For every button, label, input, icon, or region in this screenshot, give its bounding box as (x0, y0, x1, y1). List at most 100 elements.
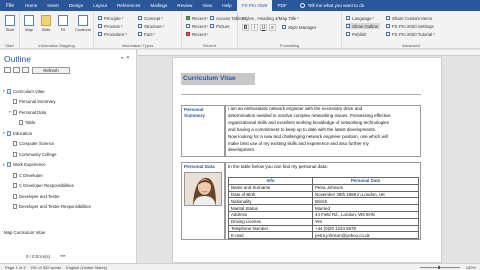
outline-item[interactable]: Computer Science (3, 139, 133, 150)
bullets-button[interactable]: ≡ (269, 24, 276, 31)
table-cell-info[interactable]: Telephone Number (228, 224, 313, 233)
zoom-slider-thumb[interactable] (438, 265, 440, 270)
tab-insert[interactable]: Insert (42, 0, 64, 11)
chevron-down-icon: ▾ (153, 32, 156, 36)
outline-item[interactable]: Developer and Tester Responsibilities (3, 202, 133, 213)
outline-item[interactable]: ▾ Education (3, 128, 133, 139)
language-button[interactable]: Language ▾ (346, 15, 374, 21)
document-title[interactable]: Curriculum Vitae (181, 73, 255, 85)
outline-item-label: Table (25, 120, 36, 126)
tab-home[interactable]: Home (20, 0, 42, 11)
tab-layout[interactable]: Layout (88, 0, 112, 11)
bold-button[interactable]: B (242, 24, 249, 31)
outline-item[interactable]: C Developer Responsibilities (3, 181, 133, 192)
italic-button[interactable]: I (251, 24, 258, 31)
group-label-start: Start (5, 43, 14, 48)
tab-view[interactable]: View (197, 0, 217, 11)
publish-button[interactable]: Publish (346, 31, 366, 37)
summary-line: determination needed to resolve complex … (228, 112, 391, 118)
slide-button[interactable]: Slide (39, 15, 53, 32)
document-area: Curriculum Vitae Personal Summary I am a… (138, 50, 480, 263)
share-custom-items-button[interactable]: Share Custom Items (386, 15, 432, 21)
fs-pro-settings-button[interactable]: FS Pro 2020 Settings (386, 23, 434, 29)
table-cell-value[interactable]: 44 Field Rd., London, W6 8HN (312, 210, 419, 219)
outline-item-label: C Developer (19, 172, 43, 178)
map-button[interactable]: Map (22, 15, 36, 32)
zoom-level[interactable]: 100% (466, 265, 476, 270)
outline-item[interactable]: Personal Summary (3, 97, 133, 108)
tab-design[interactable]: Design (64, 0, 88, 11)
summary-text[interactable]: I am an enthusiastic network engineer wi… (228, 106, 421, 154)
continue-button[interactable]: Continue (74, 15, 92, 32)
tab-review[interactable]: Review (172, 0, 197, 11)
table-cell-info[interactable]: Date of Birth (228, 190, 313, 199)
table-cell-value[interactable]: Married (312, 204, 419, 212)
table-cell-value[interactable]: November 28th 1988 in London, UK (312, 190, 419, 199)
picture-button[interactable]: Picture (210, 23, 230, 29)
document-page[interactable]: Curriculum Vitae Personal Summary I am a… (172, 57, 442, 263)
concept-button[interactable]: Concept ▾ (138, 15, 163, 21)
zoom-slider[interactable] (420, 267, 460, 268)
styles-dropdown[interactable]: Styles, Heading 4/Map Title ▾ (242, 15, 299, 21)
process-button[interactable]: Process ▾ (98, 23, 122, 29)
table-cell-info[interactable]: Driving License (228, 217, 313, 226)
outline-item[interactable]: ▾ Personal Data (3, 107, 133, 118)
summary-line: and having a commitment to keep up to da… (228, 126, 377, 132)
profile-photo[interactable] (184, 172, 222, 206)
style-manager-button[interactable]: Style Manager (282, 24, 316, 30)
tab-fs-pro-2020[interactable]: FS Pro 2020 (236, 0, 273, 11)
tab-mailings[interactable]: Mailings (145, 0, 172, 11)
collapse-icon[interactable] (13, 67, 20, 73)
tab-references[interactable]: References (112, 0, 146, 11)
table-cell-info[interactable]: E-mail (228, 231, 313, 240)
tell-me-search[interactable]: Tell me what you want to do (299, 3, 364, 8)
structure-button[interactable]: Structure ▾ (138, 23, 164, 29)
table-cell-value[interactable]: Petra Johnson (312, 183, 419, 192)
table-cell-value[interactable]: British (312, 197, 419, 206)
refresh-button[interactable]: Refresh (32, 67, 70, 74)
principle-button[interactable]: Principle ▾ (98, 15, 123, 21)
data-intro[interactable]: In the table below you can find my perso… (228, 164, 328, 169)
recent-item-2[interactable]: Recent ▾ (186, 23, 208, 29)
page-count[interactable]: Page 1 of 3 (5, 265, 25, 270)
table-row: Name and Surname Petra Johnson (228, 183, 419, 192)
table-cell-value[interactable]: Yes (312, 217, 419, 226)
underline-button[interactable]: U (260, 24, 267, 31)
outline-item[interactable]: Community College (3, 149, 133, 160)
outline-item[interactable]: Table (3, 118, 133, 129)
fs-pro-tutorial-button[interactable]: FS Pro 2020 Tutorial ▾ (386, 31, 435, 37)
outline-item[interactable]: C Developer (3, 170, 133, 181)
outline-item[interactable]: Developer and Tester (3, 191, 133, 202)
tab-help[interactable]: Help (217, 0, 236, 11)
table-cell-info[interactable]: Marital Status (228, 204, 313, 212)
table-cell-value[interactable]: petra.johnson@yahoo.co.uk (312, 231, 419, 240)
outline-item[interactable]: ▾ Work Experience (3, 160, 133, 171)
style-manager-icon (282, 25, 286, 29)
procedure-button[interactable]: Procedure ▾ (98, 31, 127, 37)
show-outline-button[interactable]: Show Outline (346, 23, 381, 29)
expand-icon[interactable] (4, 67, 11, 73)
table-cell-info[interactable]: Name and Surname (228, 183, 313, 192)
fit-button[interactable]: Fit (56, 15, 70, 32)
table-row: Telephone Number +44 (0)20 1234 5678 (228, 224, 419, 233)
pane-options-icon[interactable]: ▾ (121, 55, 123, 60)
lightbulb-icon (299, 3, 305, 8)
language-status[interactable]: English (United States) (66, 265, 107, 270)
fact-button[interactable]: Fact ▾ (138, 31, 155, 37)
recent-item-1[interactable]: Recent ▾ (186, 15, 208, 21)
close-icon[interactable]: ✕ (126, 55, 130, 61)
recent-item-3[interactable]: Recent ▾ (186, 31, 208, 37)
word-count[interactable]: 251 of 332 words (30, 265, 61, 270)
tab-pdf[interactable]: PDF (272, 0, 291, 11)
group-start: Start Start (0, 12, 20, 48)
table-cell-value[interactable]: +44 (0)20 1234 5678 (312, 224, 419, 233)
outline-item[interactable]: ▾ Curriculum Vitae (3, 86, 133, 97)
start-button[interactable]: Start (3, 15, 17, 32)
filter-icon[interactable] (22, 67, 29, 73)
table-cell-info[interactable]: Address (228, 210, 313, 219)
tab-file[interactable]: File (0, 0, 20, 11)
table-row: Driving License Yes (228, 217, 419, 226)
error-navigation[interactable]: ◂ ▸ (60, 253, 66, 259)
table-cell-info[interactable]: Nationality (228, 197, 313, 206)
ruler (138, 50, 480, 56)
